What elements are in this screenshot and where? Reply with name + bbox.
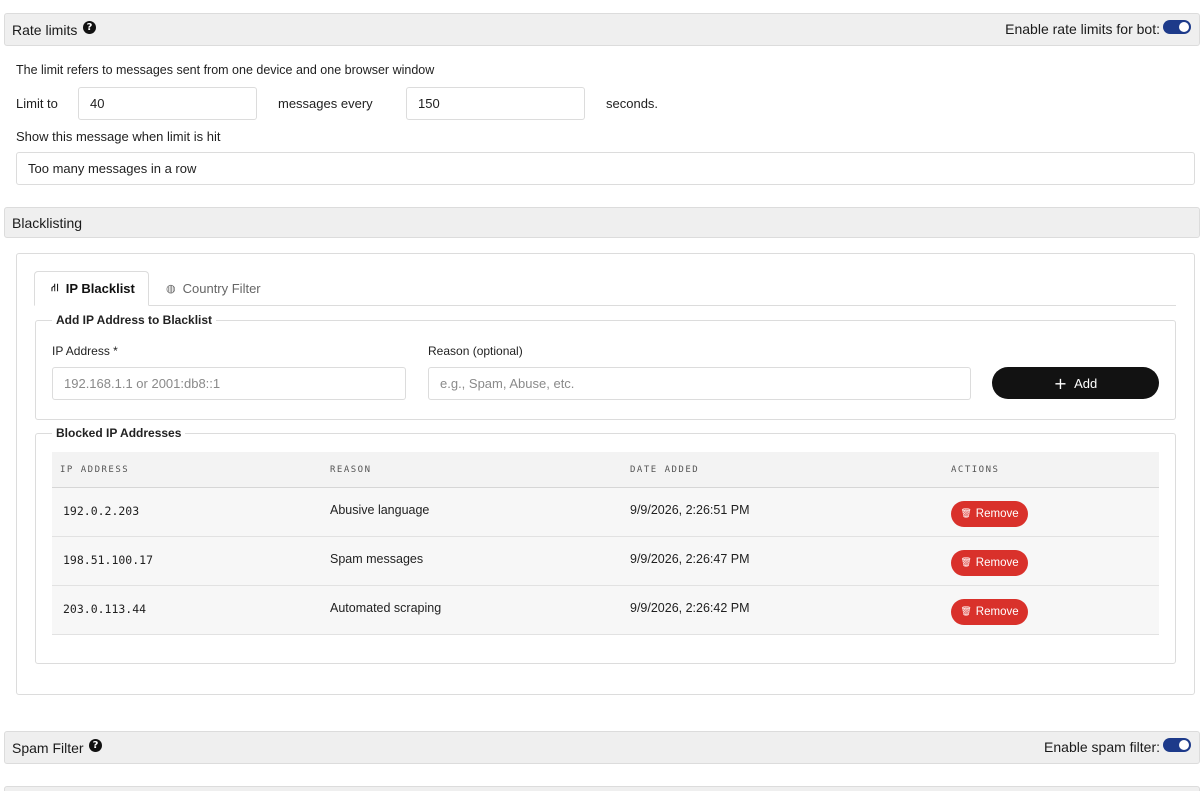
date-cell: 9/9/2026, 2:26:42 PM — [630, 601, 750, 615]
spam-filter-toggle[interactable] — [1163, 738, 1191, 752]
toggle-knob — [1179, 740, 1189, 750]
limit-count-input[interactable] — [78, 87, 257, 120]
spam-filter-toggle-group: Enable spam filter: — [1044, 738, 1191, 755]
next-section-header — [4, 786, 1200, 791]
blacklisting-header: Blacklisting — [4, 207, 1200, 238]
reason-cell: Automated scraping — [330, 601, 442, 615]
rate-limits-toggle[interactable] — [1163, 20, 1191, 34]
question-circle-icon[interactable]: ? — [89, 739, 102, 752]
table-row: 192.0.2.203 Abusive language 9/9/2026, 2… — [52, 488, 1159, 537]
reason-cell: Spam messages — [330, 552, 424, 566]
remove-button[interactable]: 🗑 Remove — [951, 599, 1028, 625]
table-header: IP ADDRESS REASON DATE ADDED ACTIONS — [52, 452, 1159, 488]
remove-button-label: Remove — [975, 606, 1019, 618]
remove-button[interactable]: 🗑 Remove — [951, 501, 1028, 527]
plus-icon: + — [1053, 373, 1068, 393]
question-circle-icon[interactable]: ? — [83, 21, 96, 34]
column-header-actions: ACTIONS — [951, 465, 1000, 475]
trash-icon: 🗑 — [960, 509, 972, 519]
column-header-reason: REASON — [330, 465, 372, 475]
tab-country-filter[interactable]: ◍ Country Filter — [166, 271, 261, 306]
ip-cell: 198.51.100.17 — [63, 553, 154, 567]
limit-message-label: Show this message when limit is hit — [16, 129, 221, 144]
spam-filter-title: Spam Filter — [12, 740, 84, 756]
tab-ip-blacklist[interactable]: ⛙ IP Blacklist — [34, 271, 149, 306]
table-row: 198.51.100.17 Spam messages 9/9/2026, 2:… — [52, 537, 1159, 586]
add-ip-legend: Add IP Address to Blacklist — [56, 313, 213, 327]
rate-limits-title: Rate limits — [12, 22, 78, 38]
limit-message-input[interactable] — [16, 152, 1195, 185]
add-ip-button[interactable]: + Add — [992, 367, 1159, 399]
remove-button-label: Remove — [975, 557, 1019, 569]
ip-cell: 192.0.2.203 — [63, 504, 140, 518]
trash-icon: 🗑 — [960, 558, 972, 568]
rate-limits-description: The limit refers to messages sent from o… — [16, 63, 435, 77]
date-cell: 9/9/2026, 2:26:47 PM — [630, 552, 750, 566]
seconds-label: seconds. — [606, 96, 659, 111]
network-icon: ⛙ — [51, 281, 59, 294]
rate-limits-header: Rate limits ? Enable rate limits for bot… — [4, 13, 1200, 46]
remove-button-label: Remove — [975, 508, 1019, 520]
add-ip-button-label: Add — [1074, 375, 1098, 391]
remove-button[interactable]: 🗑 Remove — [951, 550, 1028, 576]
ip-address-label: IP Address * — [52, 344, 118, 358]
globe-icon: ◍ — [166, 282, 176, 295]
date-cell: 9/9/2026, 2:26:51 PM — [630, 503, 750, 517]
limit-to-label: Limit to — [16, 96, 58, 111]
reason-cell: Abusive language — [330, 503, 430, 517]
rate-limits-toggle-group: Enable rate limits for bot: — [1005, 20, 1191, 37]
blocked-ips-legend: Blocked IP Addresses — [56, 426, 182, 440]
table-row: 203.0.113.44 Automated scraping 9/9/2026… — [52, 586, 1159, 635]
trash-icon: 🗑 — [960, 607, 972, 617]
spam-filter-toggle-label: Enable spam filter: — [1044, 739, 1160, 755]
tab-country-filter-label: Country Filter — [182, 281, 261, 296]
ip-cell: 203.0.113.44 — [63, 602, 147, 616]
column-header-ip: IP ADDRESS — [60, 465, 130, 475]
ip-address-input[interactable] — [52, 367, 406, 400]
tab-ip-blacklist-label: IP Blacklist — [65, 281, 135, 296]
messages-every-label: messages every — [278, 96, 373, 111]
blacklisting-title: Blacklisting — [12, 215, 83, 231]
reason-label: Reason (optional) — [428, 344, 523, 358]
reason-input[interactable] — [428, 367, 971, 400]
spam-filter-header: Spam Filter ? Enable spam filter: — [4, 731, 1200, 764]
toggle-knob — [1179, 22, 1189, 32]
limit-seconds-input[interactable] — [406, 87, 585, 120]
blocked-ips-table: IP ADDRESS REASON DATE ADDED ACTIONS 192… — [52, 452, 1159, 635]
rate-limits-toggle-label: Enable rate limits for bot: — [1005, 21, 1160, 37]
column-header-date: DATE ADDED — [630, 465, 700, 475]
